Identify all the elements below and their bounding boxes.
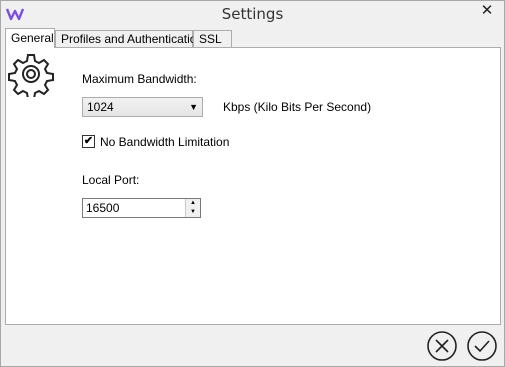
local-port-label: Local Port:	[82, 173, 140, 187]
ok-button[interactable]	[466, 330, 498, 362]
general-panel: Maximum Bandwidth: 1024 ▼ Kbps (Kilo Bit…	[5, 47, 501, 325]
local-port-stepper[interactable]: 16500 ▲ ▼	[82, 198, 201, 218]
max-bandwidth-label: Maximum Bandwidth:	[82, 72, 197, 86]
bandwidth-select[interactable]: 1024 ▼	[82, 97, 203, 117]
gear-icon	[8, 54, 54, 97]
bandwidth-unit-label: Kbps (Kilo Bits Per Second)	[223, 100, 372, 114]
title-bar: Settings ✕	[1, 1, 504, 27]
tab-ssl[interactable]: SSL	[193, 30, 232, 47]
chevron-down-icon: ▼	[189, 102, 198, 112]
cancel-button[interactable]	[426, 330, 458, 362]
stepper-buttons: ▲ ▼	[185, 199, 200, 217]
tab-general[interactable]: General	[5, 28, 55, 48]
no-bandwidth-limit-checkbox[interactable]: ✔	[82, 135, 95, 148]
settings-window: Settings ✕ General Profiles and Authenti…	[0, 0, 505, 367]
window-title: Settings	[221, 5, 284, 23]
decrement-arrow-icon[interactable]: ▼	[186, 208, 200, 217]
increment-arrow-icon[interactable]: ▲	[186, 199, 200, 208]
close-window-button[interactable]: ✕	[473, 1, 501, 21]
tab-profiles-and-authentication[interactable]: Profiles and Authentication	[55, 30, 203, 47]
bandwidth-value: 1024	[87, 100, 114, 114]
no-bandwidth-limit-label[interactable]: No Bandwidth Limitation	[100, 135, 229, 149]
local-port-value: 16500	[86, 201, 120, 215]
